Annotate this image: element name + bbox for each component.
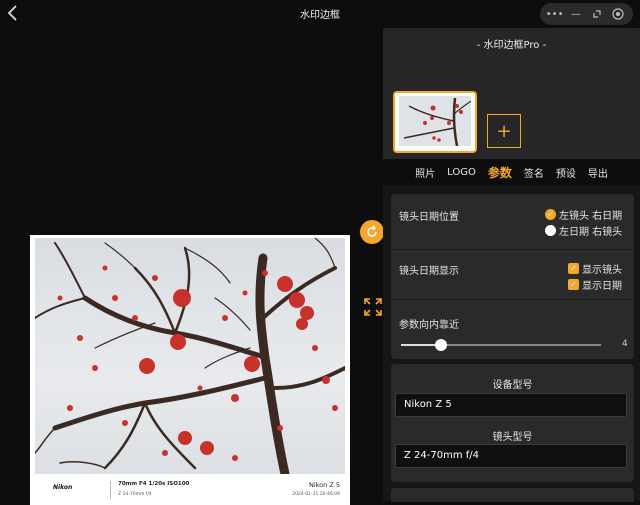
tab-presets[interactable]: 预设 — [556, 165, 576, 180]
restore-icon[interactable] — [589, 6, 605, 22]
add-photo-button[interactable]: + — [487, 114, 521, 148]
checkbox-label: 显示镜头 — [582, 265, 622, 276]
tab-photo[interactable]: 照片 — [415, 165, 435, 180]
radio-date-left-lens-right[interactable]: 左日期 右镜头 — [545, 223, 622, 238]
divider — [391, 249, 634, 250]
photo-strip: - 水印边框Pro - + — [383, 28, 640, 159]
checkbox-checked-icon: ✓ — [568, 279, 579, 290]
watermarked-photo[interactable]: Nikon 70mm F4 1/20s ISO100 Z 24-70mm f/4… — [30, 235, 350, 505]
expand-icon — [364, 298, 382, 316]
close-circle-icon[interactable] — [610, 6, 626, 22]
watermark-logo: Nikon — [53, 484, 73, 491]
checkbox-checked-icon: ✓ — [568, 263, 579, 274]
device-model-label: 设备型号 — [492, 380, 533, 391]
model-card: 设备型号 Nikon Z 5 镜头型号 Z 24-70mm f/4 — [391, 364, 634, 482]
tab-export[interactable]: 导出 — [588, 165, 608, 180]
title-bar: 水印边框 ••• — — [0, 0, 640, 28]
watermark-lens: Z 24-70mm f/4 — [118, 492, 152, 497]
watermark-divider — [110, 481, 111, 499]
lens-date-position-label: 镜头日期位置 — [399, 212, 459, 223]
settings-panel: - 水印边框Pro - + 照片 LOGO 参数 签名 预设 导出 镜头日期位置… — [383, 28, 640, 502]
next-card — [391, 488, 634, 502]
params-card: 镜头日期位置 ✓ 左镜头 右日期 左日期 右镜头 镜头日期显示 ✓ 显示镜头 ✓… — [391, 194, 634, 359]
tab-bar: 照片 LOGO 参数 签名 预设 导出 — [383, 159, 640, 185]
lens-model-label: 镜头型号 — [492, 432, 533, 443]
tab-logo[interactable]: LOGO — [447, 167, 476, 178]
photo-image — [35, 238, 345, 474]
watermark-params: 70mm F4 1/20s ISO100 — [118, 481, 190, 487]
radio-label: 左镜头 右日期 — [559, 211, 623, 222]
minimize-icon[interactable]: — — [568, 6, 584, 22]
radio-label: 左日期 右镜头 — [559, 227, 623, 238]
rotate-button[interactable] — [360, 220, 384, 244]
lens-date-display-label: 镜头日期显示 — [399, 266, 459, 277]
expand-button[interactable] — [362, 296, 384, 318]
checkbox-label: 显示日期 — [582, 281, 622, 292]
inward-offset-label: 参数向内靠近 — [399, 320, 459, 331]
radio-unchecked-icon — [545, 225, 556, 236]
watermark-model: Nikon Z 5 — [308, 481, 340, 489]
brand-title: - 水印边框Pro - — [476, 40, 547, 51]
radio-lens-left-date-right[interactable]: ✓ 左镜头 右日期 — [545, 207, 622, 222]
tab-params[interactable]: 参数 — [488, 164, 512, 181]
window-controls: ••• — — [540, 3, 633, 25]
slider-thumb[interactable] — [435, 339, 447, 351]
watermark-bar — [30, 474, 350, 505]
plus-icon: + — [496, 120, 512, 142]
tab-signature[interactable]: 签名 — [524, 165, 544, 180]
divider — [391, 299, 634, 300]
inward-offset-slider[interactable] — [401, 339, 601, 351]
preview-canvas: Nikon 70mm F4 1/20s ISO100 Z 24-70mm f/4… — [0, 28, 383, 505]
device-model-input[interactable]: Nikon Z 5 — [395, 393, 627, 417]
photo-thumbnail[interactable] — [393, 91, 477, 153]
watermark-date: 2024-01-31 20:46:09 — [292, 492, 340, 497]
more-icon[interactable]: ••• — [546, 6, 564, 22]
thumbnail-image — [399, 96, 471, 146]
checkbox-show-lens[interactable]: ✓ 显示镜头 — [568, 261, 622, 276]
inward-offset-value: 4 — [622, 339, 628, 349]
rotate-icon — [367, 225, 377, 237]
radio-checked-icon: ✓ — [545, 209, 556, 220]
checkbox-show-date[interactable]: ✓ 显示日期 — [568, 277, 622, 292]
lens-model-input[interactable]: Z 24-70mm f/4 — [395, 444, 627, 468]
